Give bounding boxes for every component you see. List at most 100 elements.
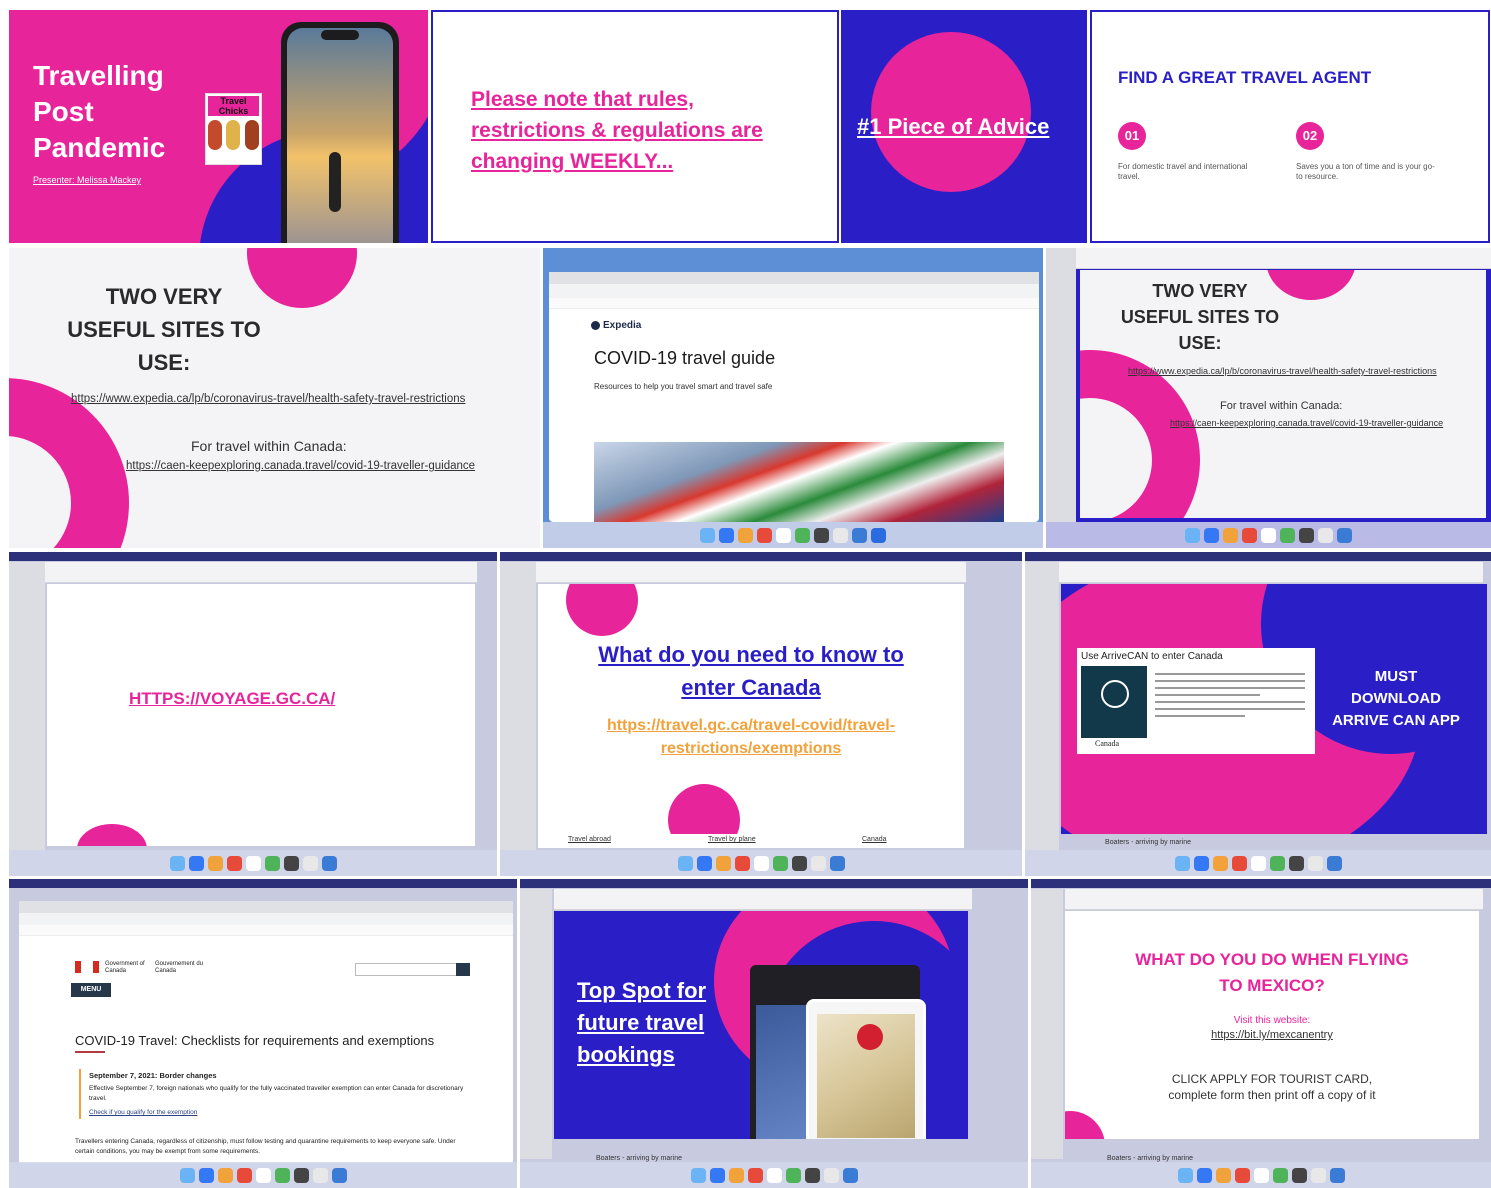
map-pin-icon [857,1024,883,1050]
agent-desc-02: Saves you a ton of time and is your go-t… [1296,162,1435,181]
exemptions-link[interactable]: https://travel.gc.ca/travel-covid/travel… [538,714,964,760]
pdf-top-spot[interactable]: Top Spot for future travel bookings Boater… [520,879,1028,1188]
mac-menubar[interactable] [9,879,517,888]
canada-travel-link[interactable]: https://caen-keepexploring.canada.travel… [1170,418,1443,428]
expedia-logo: Expedia [591,320,641,331]
pdf-sidebar [9,562,45,850]
border-changes-marker [79,1069,81,1119]
slide-travel-agent[interactable]: FIND A GREAT TRAVEL AGENT 01 For domesti… [1090,10,1490,243]
travel-chicks-badge: Travel Chicks [205,93,262,165]
pdf-toolbar[interactable] [1065,889,1483,910]
menu-button[interactable]: MENU [71,983,111,997]
pdf-toolbar[interactable] [1059,562,1483,583]
pdf-arrivecan[interactable]: Use ArriveCAN to enter Canada Canada MUS… [1025,552,1491,876]
mexico-heading: WHAT DO YOU DO WHEN FLYING TO MEXICO? [1135,950,1409,995]
mac-menubar[interactable] [520,879,1028,888]
browser-window: Expedia COVID-19 travel guide Resources … [549,272,1039,522]
travellers-body: Travellers entering Canada, regardless o… [75,1138,456,1155]
presenter-link[interactable]: Presenter: Melissa Mackey [33,175,141,185]
gc-covid-checklist-browser[interactable]: Government of Canada Gouvernement du Can… [9,879,517,1188]
search-field[interactable] [355,963,457,976]
heading-underline [75,1051,105,1053]
covid-guide-heading: COVID-19 travel guide [594,348,776,368]
mac-menubar[interactable] [500,552,1022,561]
footer-link-abroad[interactable]: Travel abroad [568,836,611,843]
expedia-browser-screenshot[interactable]: Expedia COVID-19 travel guide Resources … [543,248,1043,548]
checklist-heading: COVID-19 Travel: Checklists for requirem… [75,1033,435,1048]
arrivecan-desc [1155,668,1305,722]
pdf-sidebar [1046,248,1076,522]
rules-note-text: Please note that rules, restrictions & re… [471,88,763,173]
phone-image [281,22,399,243]
web-footer-strip: Travel abroad Travel by plane Canada [538,834,964,848]
pdf-page: Use ArriveCAN to enter Canada Canada MUS… [1061,584,1487,834]
browser-urlbar [19,913,513,925]
pink-circle-bottom [1065,1111,1105,1139]
bookmarks-bar [549,298,1039,309]
mac-dock[interactable] [9,850,497,876]
slide-rules-note[interactable]: Please note that rules, restrictions & re… [431,10,839,243]
mac-menubar[interactable] [1025,552,1491,561]
browser-tabbar [19,901,513,913]
pdf-sidebar [1031,889,1063,1159]
pdf-page: TWO VERY USEFUL SITES TO USE: https://www.… [1080,270,1486,518]
pdf-toolbar[interactable] [1076,248,1491,269]
browser-window: Government of Canada Gouvernement du Can… [19,901,513,1163]
pdf-toolbar[interactable] [45,562,477,583]
voyage-link[interactable]: HTTPS://VOYAGE.GC.CA/ [129,689,335,709]
pink-circle [871,32,1031,192]
mac-menubar[interactable] [9,552,497,561]
mac-dock[interactable] [9,1162,517,1188]
top-spot-text: Top Spot for future travel bookings [577,978,707,1067]
border-changes-date: September 7, 2021: Border changes [89,1071,217,1080]
web-footer-text: Boaters - arriving by marine [1107,1155,1193,1162]
browser-tabbar [549,272,1039,284]
effective-text: Effective September 7, foreign nationals… [89,1085,464,1102]
pdf-mexico[interactable]: WHAT DO YOU DO WHEN FLYING TO MEXICO? Vis… [1031,879,1491,1188]
gouv-canada-label: Gouvernement du Canada [155,961,204,974]
mac-dock[interactable] [1046,522,1491,548]
pdf-page: What do you need to know to enter Canada … [538,584,964,834]
mac-menubar[interactable] [1031,879,1491,888]
bookmarks-bar [19,925,513,936]
tourist-card-instructions: CLICK APPLY FOR TOURIST CARD, complete fo… [1168,1072,1376,1102]
visit-label: Visit this website: [1233,1015,1311,1026]
pdf-sidebar [520,889,552,1159]
pink-circle-bottom [77,824,147,846]
pdf-page: HTTPS://VOYAGE.GC.CA/ [47,584,475,846]
slide-piece-of-advice[interactable]: #1 Piece of Advice [841,10,1087,243]
gov-canada-label: Government of Canada [105,961,145,974]
footer-link-plane[interactable]: Travel by plane [708,836,756,843]
enter-canada-heading: What do you need to know to enter Canada [598,642,904,700]
arrivecan-app-icon [1081,666,1147,738]
mac-dock[interactable] [1031,1162,1491,1188]
slide-useful-sites[interactable]: TWO VERY USEFUL SITES TO USE: https://www.… [9,248,540,548]
pdf-sidebar [500,562,536,850]
canada-travel-link[interactable]: https://caen-keepexploring.canada.travel… [126,460,475,472]
must-download-text: MUST DOWNLOAD ARRIVE CAN APP [1332,668,1460,729]
pdf-useful-sites[interactable]: TWO VERY USEFUL SITES TO USE: https://www.… [1046,248,1491,548]
mac-dock[interactable] [500,850,1022,876]
mac-dock[interactable] [1025,850,1491,876]
flags-image [594,442,1004,522]
mexcanentry-link[interactable]: https://bit.ly/mexcanentry [1065,1029,1479,1041]
covid-guide-sub: Resources to help you travel smart and t… [594,382,773,391]
pink-circle-bottom [668,784,740,834]
tablet-map-image [806,999,926,1139]
expedia-link[interactable]: https://www.expedia.ca/lp/b/coronavirus-… [71,393,465,405]
pdf-voyage-link[interactable]: HTTPS://VOYAGE.GC.CA/ [9,552,497,876]
search-button[interactable] [456,963,470,976]
useful-sites-title: TWO VERY USEFUL SITES TO USE: [67,284,261,375]
expedia-link[interactable]: https://www.expedia.ca/lp/b/coronavirus-… [1128,366,1437,376]
slide-title[interactable]: Travelling Post Pandemic Presenter: Meliss… [9,10,428,243]
pdf-toolbar[interactable] [554,889,972,910]
web-footer-text: Boaters - arriving by marine [1105,839,1191,846]
within-canada-label: For travel within Canada: [191,438,347,454]
check-exemption-link[interactable]: Check if you qualify for the exemption [89,1109,197,1116]
browser-urlbar [549,284,1039,299]
pdf-enter-canada[interactable]: What do you need to know to enter Canada … [500,552,1022,876]
mac-dock[interactable] [543,522,1043,548]
mac-dock[interactable] [520,1162,1028,1188]
pdf-toolbar[interactable] [536,562,966,583]
footer-link-canada[interactable]: Canada [862,836,887,843]
